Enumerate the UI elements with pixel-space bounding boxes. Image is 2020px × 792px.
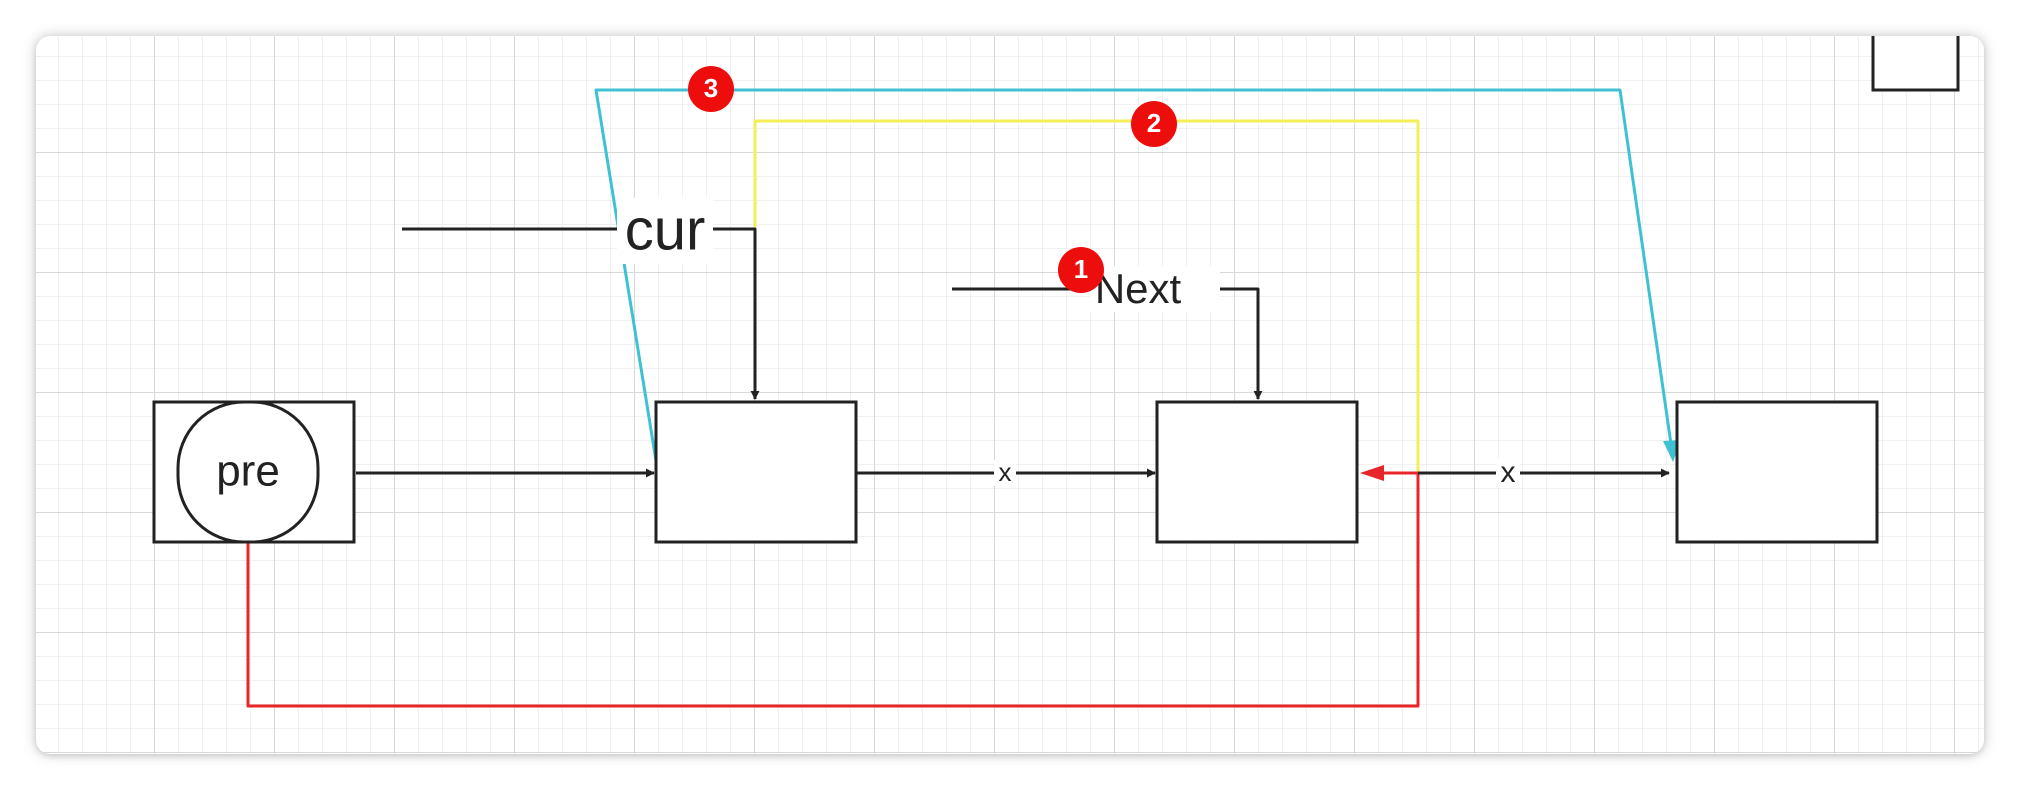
cur-label: cur	[625, 197, 706, 262]
edge-mid-label-2: x	[1501, 456, 1516, 489]
next-label: Next	[1095, 265, 1182, 312]
cur-node-box[interactable]	[654, 400, 858, 544]
step-1-badge-text: 1	[1074, 254, 1088, 284]
offscreen-node-box[interactable]	[1871, 36, 1960, 92]
next-node-box[interactable]	[1155, 400, 1359, 544]
step-2-badge[interactable]: 2	[1131, 101, 1177, 147]
last-node-box[interactable]	[1675, 400, 1879, 544]
step-2-badge-text: 2	[1147, 108, 1161, 138]
grid-major	[36, 36, 1984, 754]
diagram-canvas[interactable]: pre cur Next x x 3 2 1	[36, 36, 1984, 754]
step-1-badge[interactable]: 1	[1058, 247, 1104, 293]
edge-mid-label-1: x	[999, 457, 1012, 487]
step-3-badge-text: 3	[704, 73, 718, 103]
pre-label: pre	[216, 447, 280, 496]
step-3-badge[interactable]: 3	[688, 66, 734, 112]
